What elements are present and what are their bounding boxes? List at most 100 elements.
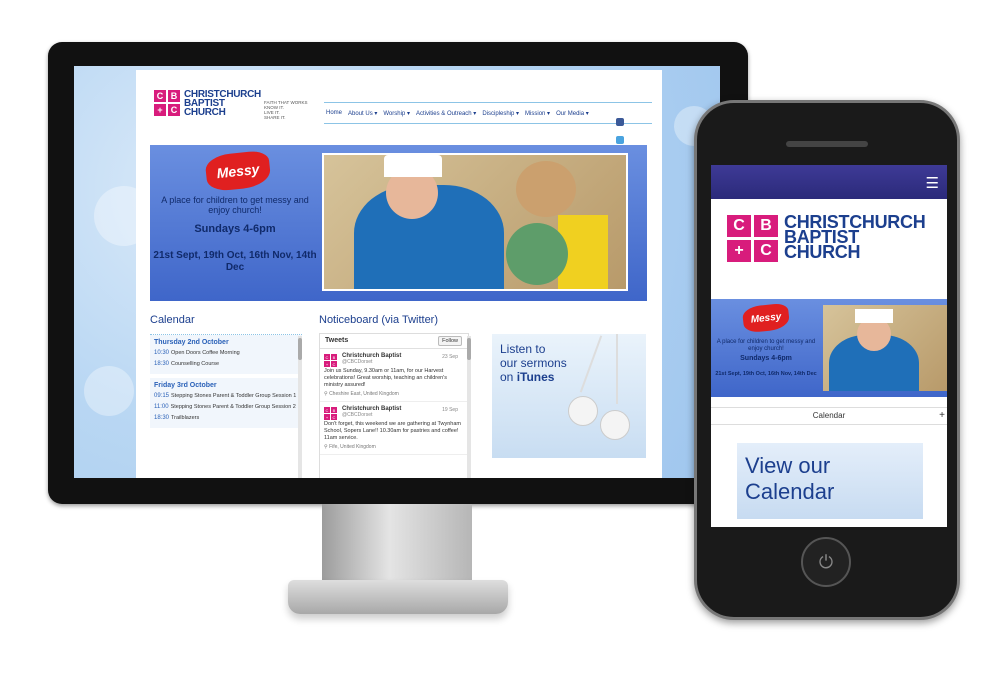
logo-letter: C: [154, 90, 166, 102]
tweet[interactable]: C B + C Christchurch Baptist @CBCDorset 19 …: [320, 402, 468, 455]
avatar-letter: +: [324, 361, 330, 367]
banner-time: Sundays 4-6pm: [194, 223, 276, 235]
sermons-text: Listen to our sermons on iTunes: [500, 342, 567, 384]
avatar-letter: C: [324, 354, 330, 360]
bokeh: [84, 366, 134, 416]
earbud-icon: [600, 410, 630, 440]
hamburger-menu-icon[interactable]: ☰: [926, 174, 939, 192]
mobile-church-logo[interactable]: C B + C CHRISTCHURCH BAPTIST CHURCH: [727, 213, 926, 262]
logo-letter: +: [154, 104, 166, 116]
logo-letter: C: [727, 215, 751, 237]
nav-activities-outreach[interactable]: Activities & Outreach ▾: [416, 110, 476, 117]
sermons-line: our sermons: [500, 356, 567, 370]
messy-church-badge: Messy: [741, 302, 791, 334]
banner-time: Sundays 4-6pm: [740, 355, 792, 362]
tweet-avatar: C B + C: [324, 407, 337, 420]
logo-wordmark: CHRISTCHURCH BAPTIST CHURCH: [184, 90, 261, 118]
twitter-scrollbar[interactable]: [467, 336, 471, 478]
logo-text-block: CHRISTCHURCH BAPTIST CHURCH: [778, 213, 926, 262]
itunes-sermons-promo[interactable]: Listen to our sermons on iTunes: [492, 334, 646, 458]
home-button[interactable]: ⏻: [801, 537, 851, 587]
logo-letter: B: [168, 90, 180, 102]
event-name: Open Doors Coffee Morning: [171, 350, 240, 356]
desktop-monitor: C B + C CHRISTCHURCH BAPTIST CHURCH FAIT…: [48, 42, 748, 504]
logo-mark: C B + C: [727, 215, 778, 262]
banner-text-panel: Messy A place for children to get messy …: [150, 145, 320, 301]
tweet-date[interactable]: 23 Sep: [442, 354, 458, 360]
facebook-icon[interactable]: [616, 118, 624, 126]
logo-tagline: FAITH THAT WORKS KNOW IT. LIVE IT. SHARE…: [264, 100, 308, 120]
banner-tagline: A place for children to get messy and en…: [161, 195, 309, 215]
logo-line: CHURCH: [784, 242, 861, 262]
banner-tagline: A place for children to get messy and en…: [716, 339, 816, 352]
twitter-feed: Tweets Follow C B + C Christchurch Baptist …: [319, 333, 469, 478]
calendar-title: Calendar: [150, 314, 195, 326]
calendar-day-heading: Friday 3rd October: [154, 382, 217, 389]
view-calendar-button[interactable]: View our Calendar: [737, 443, 923, 519]
avatar-letter: C: [331, 361, 337, 367]
nav-discipleship[interactable]: Discipleship ▾: [482, 110, 519, 117]
nav-mission[interactable]: Mission ▾: [525, 110, 550, 117]
logo-letter: C: [754, 240, 778, 262]
follow-button[interactable]: Follow: [438, 336, 462, 346]
calendar-accordion-label: Calendar: [812, 411, 846, 420]
logo-line: CHURCH: [184, 107, 226, 118]
avatar-letter: C: [324, 407, 330, 413]
avatar-letter: C: [331, 414, 337, 420]
logo-letter: C: [168, 104, 180, 116]
banner-photo: [823, 305, 947, 391]
view-calendar-label: View our Calendar: [745, 453, 835, 504]
tweet-location: ⚲ Fife, United Kingdom: [324, 444, 464, 450]
expand-plus-icon[interactable]: +: [939, 408, 945, 424]
banner-dates: 21st Sept, 19th Oct, 16th Nov, 14th Dec: [153, 250, 317, 273]
tweet-date[interactable]: 19 Sep: [442, 407, 458, 413]
calendar-event[interactable]: 18:30 Trailblazers: [154, 415, 298, 421]
messy-church-badge: Messy: [204, 149, 272, 193]
tagline-line: SHARE IT.: [263, 115, 286, 120]
main-nav: Home About Us ▾ Worship ▾ Activities & O…: [324, 102, 652, 124]
twitter-feed-header: Tweets Follow: [320, 334, 468, 349]
earphone-cord: [616, 334, 618, 404]
avatar-letter: B: [331, 354, 337, 360]
nav-worship[interactable]: Worship ▾: [383, 110, 410, 117]
monitor-stand-neck: [322, 504, 472, 584]
event-name: Counselling Course: [171, 361, 220, 367]
tweet-location: ⚲ Cheshire East, United Kingdom: [324, 391, 464, 397]
mobile-phone: ☰ C B + C CHRISTCHURCH BAPTIST CHURCH Me…: [694, 100, 960, 620]
tweet-text: Don't forget, this weekend we are gather…: [324, 421, 461, 441]
photo-figure: [855, 309, 893, 323]
church-logo[interactable]: C B + C CHRISTCHURCH BAPTIST CHURCH FAIT…: [154, 90, 307, 120]
photo-figure: [516, 161, 576, 217]
event-time: 09:15: [154, 393, 170, 399]
scrollbar-thumb[interactable]: [298, 338, 302, 360]
logo-letter: +: [727, 240, 751, 262]
tweet[interactable]: C B + C Christchurch Baptist @CBCDorset 23 …: [320, 349, 468, 402]
calendar-event[interactable]: 10:30 Open Doors Coffee Morning: [154, 350, 298, 356]
event-time: 10:30: [154, 350, 170, 356]
event-time: 11:00: [154, 404, 169, 410]
itunes-label: iTunes: [516, 370, 555, 384]
calendar-event[interactable]: 18:30 Counselling Course: [154, 361, 298, 367]
event-time: 18:30: [154, 415, 170, 421]
scrollbar-thumb[interactable]: [467, 338, 471, 360]
messy-church-banner[interactable]: Messy A place for children to get messy …: [150, 145, 647, 301]
earbud-icon: [568, 396, 598, 426]
avatar-letter: B: [331, 407, 337, 413]
tweet-location-text: Fife, United Kingdom: [329, 444, 376, 450]
nav-about-us[interactable]: About Us ▾: [348, 110, 377, 117]
mobile-messy-church-banner[interactable]: Messy A place for children to get messy …: [711, 299, 947, 397]
calendar-scrollbar[interactable]: [298, 336, 302, 478]
nav-home[interactable]: Home: [326, 110, 342, 116]
photo-figure: [506, 223, 568, 285]
phone-speaker: [786, 141, 868, 147]
calendar-event[interactable]: 11:00 Stepping Stones Parent & Toddler Gr…: [154, 404, 298, 410]
mobile-calendar-accordion[interactable]: Calendar +: [711, 407, 947, 425]
calendar-day-heading: Thursday 2nd October: [154, 339, 229, 346]
noticeboard-title: Noticeboard (via Twitter): [319, 314, 439, 326]
calendar-event[interactable]: 09:15 Stepping Stones Parent & Toddler Gr…: [154, 393, 298, 399]
twitter-icon[interactable]: [616, 136, 624, 144]
nav-our-media[interactable]: Our Media ▾: [556, 110, 589, 117]
calendar-day: Thursday 2nd October 10:30 Open Doors Cof…: [150, 335, 302, 374]
calendar-day: Friday 3rd October 09:15 Stepping Stones …: [150, 378, 302, 428]
tweets-label: Tweets: [325, 337, 349, 344]
